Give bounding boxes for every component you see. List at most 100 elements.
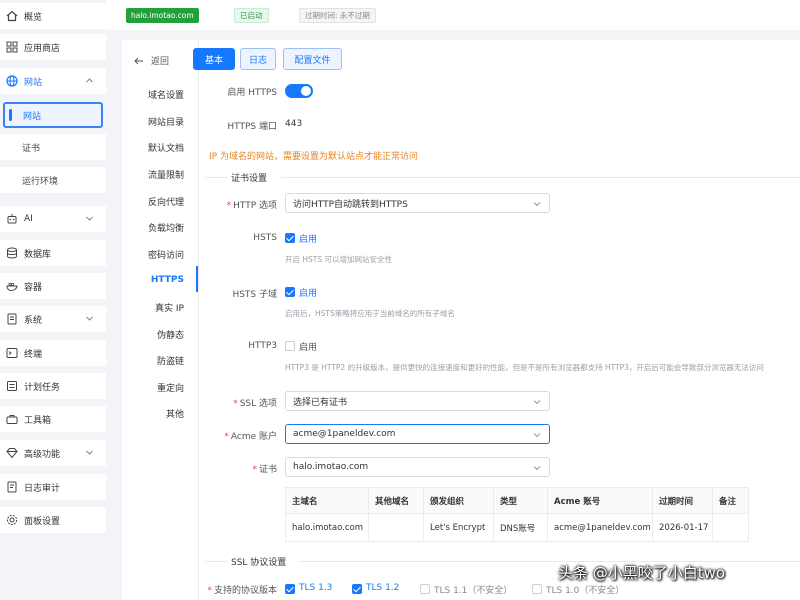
sidebar-item-cron[interactable]: 计划任务 [0, 373, 106, 399]
http-option-label: * HTTP 选项 [226, 201, 277, 211]
sidebar-item-website[interactable]: 网站 [0, 68, 106, 94]
tls12-label: TLS 1.2 [366, 583, 400, 593]
sidebar-item-label: 高级功能 [24, 449, 61, 460]
menu-item-other[interactable]: 其他 [166, 407, 184, 420]
http3-label: HTTP3 [248, 341, 277, 351]
tls13-label: TLS 1.3 [299, 583, 333, 593]
sidebar-subitem-website[interactable]: 网站 [3, 102, 103, 128]
column-header: 颁发组织 [423, 487, 494, 514]
container-icon [6, 280, 18, 292]
menu-item-redirect[interactable]: 重定向 [157, 381, 184, 394]
ssl-section-title: SSL 协议设置 [231, 558, 287, 568]
sidebar-item-appstore[interactable]: 应用商店 [0, 34, 106, 60]
tab-basic[interactable]: 基本 [193, 48, 235, 70]
sidebar-item-toolbox[interactable]: 工具箱 [0, 406, 106, 432]
sidebar-item-database[interactable]: 数据库 [0, 240, 106, 266]
menu-item-domain[interactable]: 域名设置 [148, 88, 184, 101]
ssl-option-select[interactable]: 选择已有证书 [285, 391, 550, 411]
task-icon [6, 380, 18, 392]
http-option-select[interactable]: 访问HTTP自动跳转到HTTPS [285, 193, 550, 213]
chevron-down-icon [85, 214, 94, 223]
globe-icon [6, 75, 18, 87]
acme-account-select[interactable]: acme@1paneldev.com [285, 424, 550, 444]
menu-item-traffic-limit[interactable]: 流量限制 [148, 168, 184, 181]
table-cell: 2026-01-17 [652, 513, 713, 542]
sidebar: 概览 应用商店 网站 网站 证书 运行环境 AI 数据库 容器 系统 终端 计划… [0, 0, 106, 600]
chevron-down-icon [85, 448, 94, 457]
domain-tag[interactable]: halo.imotao.com [126, 8, 199, 23]
hsts-checkbox[interactable] [285, 233, 295, 243]
menu-item-default-doc[interactable]: 默认文档 [148, 141, 184, 154]
column-header: 类型 [493, 487, 548, 514]
menu-item-site-directory[interactable]: 网站目录 [148, 115, 184, 128]
http-option-value: 访问HTTP自动跳转到HTTPS [293, 199, 408, 210]
tab-config-file[interactable]: 配置文件 [283, 48, 342, 70]
chevron-up-icon [85, 76, 94, 85]
sidebar-item-terminal[interactable]: 终端 [0, 340, 106, 366]
column-header: 其他域名 [368, 487, 424, 514]
certificate-select[interactable]: halo.imotao.com [285, 457, 550, 477]
ssl-option-value: 选择已有证书 [293, 397, 348, 408]
sidebar-item-label: 容器 [24, 282, 43, 293]
diamond-icon [6, 447, 18, 459]
menu-item-password-access[interactable]: 密码访问 [148, 248, 184, 261]
column-header: Acme 账号 [547, 487, 653, 514]
sidebar-item-ai[interactable]: AI [0, 206, 106, 232]
database-icon [6, 247, 18, 259]
tls10-label: TLS 1.0（不安全） [546, 586, 625, 596]
https-port-label: HTTPS 端口 [227, 122, 277, 132]
tls12-checkbox[interactable] [352, 584, 362, 594]
sidebar-item-advanced[interactable]: 高级功能 [0, 440, 106, 466]
status-badge: 已启动 [234, 8, 269, 23]
table-cell: DNS账号 [493, 513, 548, 542]
menu-item-load-balance[interactable]: 负载均衡 [148, 221, 184, 234]
ssl-option-label: * SSL 选项 [233, 399, 277, 409]
chevron-down-icon [533, 431, 541, 439]
sidebar-item-label: 网站 [24, 77, 43, 88]
cert-section-title: 证书设置 [231, 174, 268, 184]
table-cell: acme@1paneldev.com [547, 513, 653, 542]
menu-item-https[interactable]: HTTPS [151, 275, 184, 285]
sidebar-item-panel-settings[interactable]: 面板设置 [0, 507, 106, 533]
sidebar-subitem-certificate[interactable]: 证书 [0, 134, 106, 160]
section-divider [205, 561, 227, 562]
menu-item-hotlink[interactable]: 防盗链 [157, 354, 184, 367]
hsts-checkbox-label: 启用 [299, 235, 318, 245]
ip-warning: IP 为域名的网站，需要设置为默认站点才能正常访问 [209, 152, 418, 162]
menu-item-reverse-proxy[interactable]: 反向代理 [148, 195, 184, 208]
certificate-value: halo.imotao.com [293, 462, 369, 472]
sidebar-item-label: 工具箱 [24, 415, 52, 426]
sidebar-subitem-runtime[interactable]: 运行环境 [0, 167, 106, 193]
sidebar-item-audit-log[interactable]: 日志审计 [0, 474, 106, 500]
chevron-down-icon [533, 398, 541, 406]
column-header: 备注 [712, 487, 749, 514]
sidebar-item-label: 日志审计 [24, 483, 61, 494]
sidebar-item-label: 数据库 [24, 249, 52, 260]
sidebar-item-label: 面板设置 [24, 516, 61, 527]
tls10-checkbox[interactable] [532, 584, 542, 594]
https-port-value: 443 [285, 119, 303, 129]
watermark-text: 头条 @小黑咬了小白two [558, 564, 726, 582]
tab-log[interactable]: 日志 [240, 48, 276, 70]
menu-item-rewrite[interactable]: 伪静态 [157, 328, 184, 341]
table-cell: halo.imotao.com [285, 513, 369, 542]
tls13-checkbox[interactable] [285, 584, 295, 594]
sidebar-item-system[interactable]: 系统 [0, 306, 106, 332]
https-settings-panel: 基本 日志 配置文件 启用 HTTPS HTTPS 端口 443 IP 为域名的… [193, 40, 800, 600]
home-icon [6, 10, 18, 22]
https-enable-switch[interactable] [285, 84, 313, 98]
hsts-hint: 开启 HSTS 可以增加网站安全性 [285, 255, 393, 264]
back-button[interactable]: 返回 [134, 54, 169, 67]
https-enable-label: 启用 HTTPS [227, 88, 277, 98]
settings-icon [6, 514, 18, 526]
certificate-label: * 证书 [252, 465, 277, 475]
log-icon [6, 481, 18, 493]
sidebar-item-container[interactable]: 容器 [0, 273, 106, 299]
hsts-subdomain-checkbox[interactable] [285, 287, 295, 297]
back-label: 返回 [151, 57, 170, 67]
sidebar-item-overview[interactable]: 概览 [0, 3, 106, 29]
protocol-label: * 支持的协议版本 [207, 586, 277, 596]
menu-item-real-ip[interactable]: 真实 IP [155, 301, 184, 314]
tls11-checkbox[interactable] [420, 584, 430, 594]
http3-checkbox[interactable] [285, 341, 295, 351]
